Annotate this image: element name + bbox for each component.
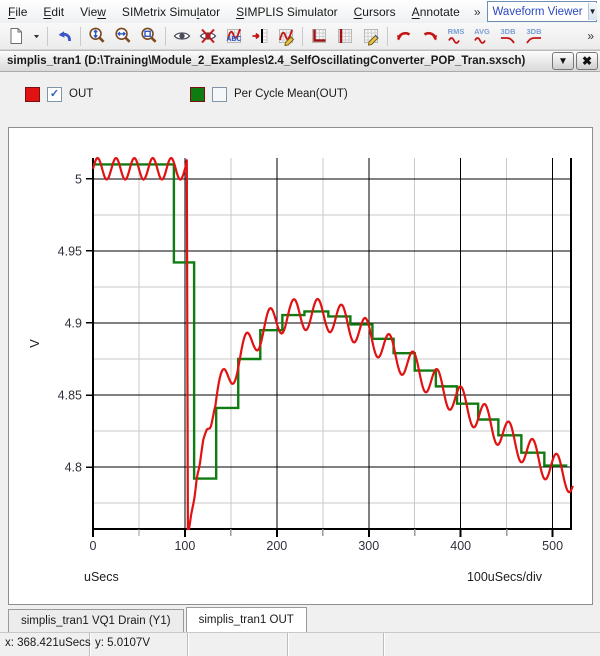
document-title-bar: simplis_tran1 (D:\Training\Module_2_Exam… [0,50,600,72]
toolbar-separator [387,27,388,46]
add-axis-icon[interactable] [306,23,332,49]
graph-tab-simplis-tran1-vq1-drain-y1-[interactable]: simplis_tran1 VQ1 Drain (Y1) [8,609,184,632]
menu-item-file[interactable]: File [0,2,35,22]
y-axis-label: V [27,339,42,348]
y-tick-label: 4.9 [65,316,82,330]
new-document-icon[interactable] [3,23,29,49]
waveform-chart[interactable]: 0 100 200 300 400 500 5 4.95 4.9 4.85 4.8 uSecs 100u… [9,128,590,602]
zoom-vertical-icon[interactable] [84,23,110,49]
toolbar-separator [47,27,48,46]
curve-label-icon[interactable]: ABC [221,23,247,49]
x-axis-units-label: uSecs [84,570,119,584]
toolbar-separator [80,27,81,46]
x-tick-label: 0 [90,539,97,553]
curve-color-swatch [25,87,40,102]
delete-curve-icon[interactable] [273,23,299,49]
menu-item-annotate[interactable]: Annotate [404,2,468,22]
menu-item-simplis-simulator[interactable]: SIMPLIS Simulator [228,2,346,22]
status-bar: x: 368.421uSecsy: 5.0107V [0,632,600,656]
svg-text:3DB: 3DB [500,27,516,36]
next-zoom-icon[interactable] [417,23,443,49]
zoom-box-icon[interactable] [136,23,162,49]
curve-visibility-checkbox[interactable]: ✓ [212,87,227,102]
status-cursor-x: x: 368.421uSecs [0,633,90,656]
y-tick-label: 5 [75,172,82,186]
y-tick-label: 4.95 [58,244,82,258]
menu-bar: FileEditViewSIMetrix SimulatorSIMPLIS Si… [0,0,600,24]
x-tick-label: 200 [266,539,287,553]
simetrix-waveform-viewer-window: FileEditViewSIMetrix SimulatorSIMPLIS Si… [0,0,600,655]
toolbar-separator [165,27,166,46]
svg-text:AVG: AVG [474,27,490,36]
legend-label: Per Cycle Mean(OUT) [234,88,348,100]
dropdown-caret-icon[interactable] [29,23,44,49]
lowpass-3db-icon[interactable]: 3DB [495,23,521,49]
document-title: simplis_tran1 (D:\Training\Module_2_Exam… [0,55,552,67]
menu-item-cursors[interactable]: Cursors [346,2,404,22]
menu-item-edit[interactable]: Edit [35,2,72,22]
avg-icon[interactable]: AVG [469,23,495,49]
rms-icon[interactable]: RMS [443,23,469,49]
previous-zoom-icon[interactable] [391,23,417,49]
x-axis-scale-label: 100uSecs/div [467,570,543,584]
toolbar-separator [302,27,303,46]
menu-overflow-chevron-icon[interactable]: » [468,5,487,19]
status-cursor-y: y: 5.0107V [90,633,188,656]
status-field [188,633,288,656]
viewer-mode-combobox[interactable]: Waveform Viewer ▼ [487,1,598,22]
y-tick-label: 4.8 [65,461,82,475]
chevron-down-icon[interactable]: ▼ [588,3,597,20]
x-tick-label: 100 [174,539,195,553]
curve-visibility-checkbox[interactable]: ✓ [47,87,62,102]
svg-text:ABC: ABC [226,36,241,43]
show-curve-icon[interactable] [169,23,195,49]
curve-legend: ✓ OUT ✓ Per Cycle Mean(OUT) [0,80,600,110]
legend-label: OUT [69,88,93,100]
zoom-horizontal-icon[interactable] [110,23,136,49]
status-field [288,633,384,656]
add-grid-icon[interactable] [332,23,358,49]
legend-entry: ✓ OUT [25,86,93,102]
menu-item-view[interactable]: View [72,2,114,22]
graph-panel: 0 100 200 300 400 500 5 4.95 4.9 4.85 4.8 uSecs 100u… [8,127,593,605]
graph-tab-simplis-tran1-out[interactable]: simplis_tran1 OUT [186,607,307,632]
undo-icon[interactable] [51,23,77,49]
close-button[interactable]: ✖ [576,52,598,70]
menu-item-simetrix-simulator[interactable]: SIMetrix Simulator [114,2,228,22]
legend-entry: ✓ Per Cycle Mean(OUT) [190,86,348,102]
toolbar: ABC RMS AVG 3DB 3DB » [0,23,600,50]
edit-axis-icon[interactable] [358,23,384,49]
graph-tab-bar: simplis_tran1 VQ1 Drain (Y1)simplis_tran… [0,607,600,632]
toolbar-overflow-chevron-icon[interactable]: » [587,29,594,43]
series-out [93,158,573,529]
hide-curve-icon[interactable] [195,23,221,49]
x-tick-label: 400 [450,539,471,553]
move-curve-axis-icon[interactable] [247,23,273,49]
highpass-3db-icon[interactable]: 3DB [521,23,547,49]
svg-text:RMS: RMS [448,27,465,36]
x-tick-label: 500 [542,539,563,553]
window-menu-button[interactable]: ▼ [552,52,574,70]
x-tick-label: 300 [358,539,379,553]
curve-color-swatch [190,87,205,102]
viewer-mode-value: Waveform Viewer [488,6,588,18]
svg-text:3DB: 3DB [526,27,542,36]
y-tick-label: 4.85 [58,389,82,403]
